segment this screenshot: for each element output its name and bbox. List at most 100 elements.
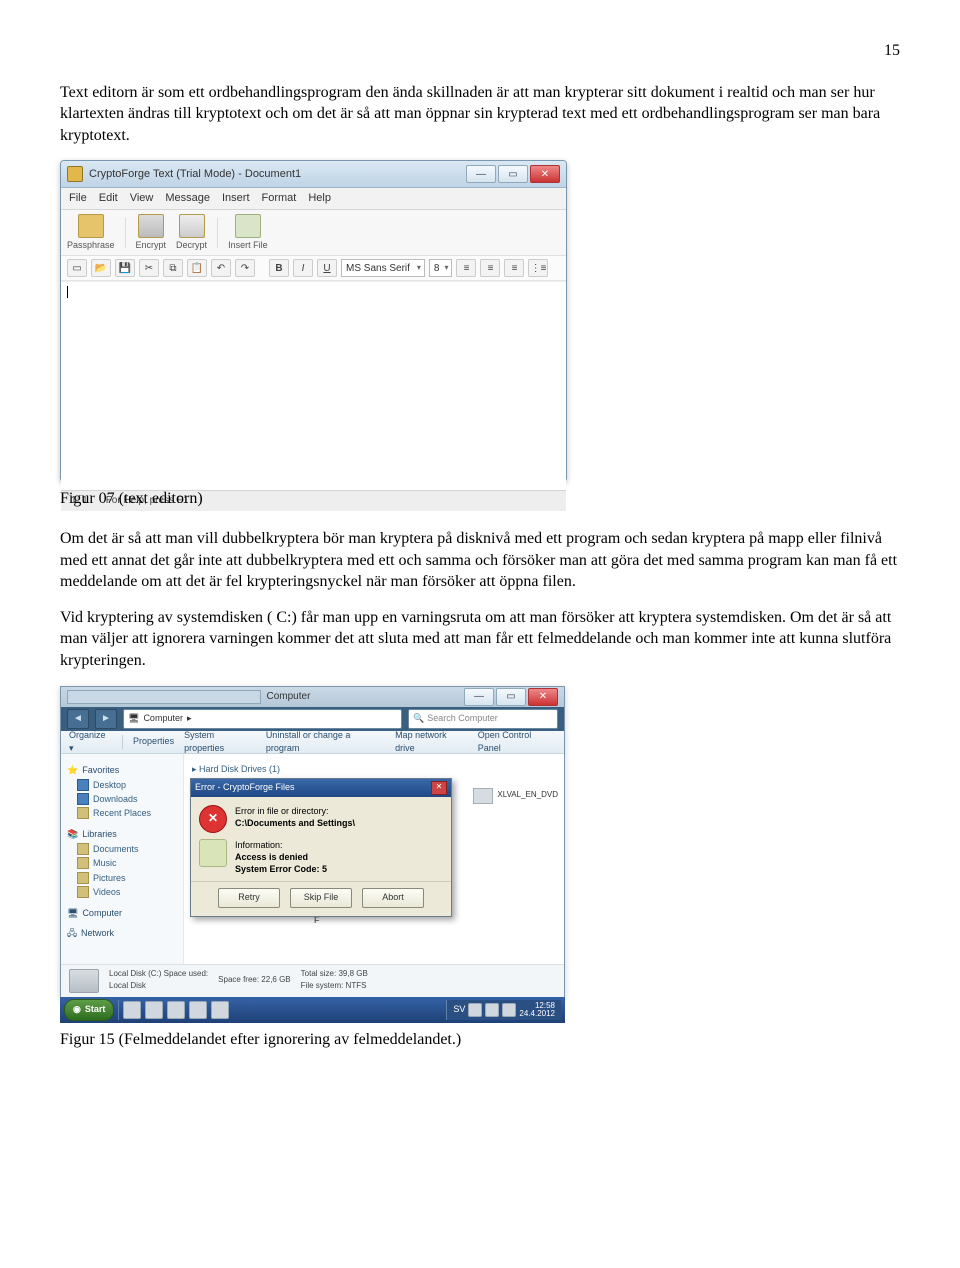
insert-file-button[interactable]: Insert File [228,214,268,251]
sidebar-item-downloads[interactable]: Downloads [67,792,177,806]
editor-area[interactable] [61,281,566,490]
maximize-button[interactable]: ▭ [498,165,528,183]
sidebar-computer-header[interactable]: 🖥 Computer [67,907,177,919]
sidebar-item-recent[interactable]: Recent Places [67,806,177,820]
align-left-icon[interactable]: ≡ [456,259,476,277]
text-cursor [67,286,68,298]
maximize-button[interactable]: ▭ [496,688,526,706]
sidebar-item-music[interactable]: Music [67,856,177,870]
sidebar-item-videos[interactable]: Videos [67,885,177,899]
underline-button[interactable]: U [317,259,337,277]
tray-icon[interactable] [468,1003,482,1017]
taskbar-icon[interactable] [145,1001,163,1019]
close-button[interactable]: ✕ [530,165,560,183]
menu-insert[interactable]: Insert [222,191,250,206]
window-title: CryptoForge Text (Trial Mode) - Document… [89,167,460,182]
error-info-label: Information: [235,839,327,851]
search-icon: 🔍 [413,712,424,724]
window-buttons: — ▭ ✕ [466,165,560,183]
nav-sidebar: ⭐ Favorites Desktop Downloads Recent Pla… [61,754,184,964]
retry-button[interactable]: Retry [218,888,280,908]
chevron-icon: ▸ [187,712,192,724]
cmd-map-drive[interactable]: Map network drive [395,729,468,753]
clock[interactable]: 12:58 24.4.2012 [519,1002,555,1018]
language-indicator[interactable]: SV [453,1003,465,1015]
font-select[interactable]: MS Sans Serif [341,259,425,277]
align-right-icon[interactable]: ≡ [504,259,524,277]
details-total: Total size: 39,8 GB [301,969,368,980]
paste-icon[interactable]: 📋 [187,259,207,277]
sidebar-network-header[interactable]: 🖧 Network [67,927,177,939]
search-input[interactable]: 🔍 Search Computer [408,709,558,729]
taskbar-icon[interactable] [123,1001,141,1019]
error-buttons: Retry Skip File Abort [191,881,451,916]
bullets-icon[interactable]: ⋮≡ [528,259,548,277]
abort-button[interactable]: Abort [362,888,424,908]
new-icon[interactable]: ▭ [67,259,87,277]
toolbar-separator [125,218,126,248]
error-close-button[interactable]: ✕ [431,781,447,795]
details-free: Space free: 22,6 GB [218,975,291,986]
open-icon[interactable]: 📂 [91,259,111,277]
copy-icon[interactable]: ⧉ [163,259,183,277]
menu-message[interactable]: Message [165,191,210,206]
cmd-uninstall[interactable]: Uninstall or change a program [266,729,385,753]
forward-button[interactable]: ► [95,709,117,729]
encrypt-button[interactable]: Encrypt [136,214,167,251]
computer-icon [67,690,261,704]
back-button[interactable]: ◄ [67,709,89,729]
error-body: ✕ Error in file or directory: C:\Documen… [191,797,451,881]
cut-icon[interactable]: ✂ [139,259,159,277]
sidebar-libraries-header[interactable]: 📚 Libraries [67,828,177,840]
minimize-button[interactable]: — [464,688,494,706]
italic-button[interactable]: I [293,259,313,277]
tray-icon[interactable] [502,1003,516,1017]
minimize-button[interactable]: — [466,165,496,183]
menu-help[interactable]: Help [308,191,331,206]
address-bar[interactable]: 🖥 Computer ▸ [123,709,402,729]
skip-file-button[interactable]: Skip File [290,888,352,908]
font-size-select[interactable]: 8 [429,259,453,277]
cmd-control-panel[interactable]: Open Control Panel [478,729,556,753]
save-icon[interactable]: 💾 [115,259,135,277]
nav-row: ◄ ► 🖥 Computer ▸ 🔍 Search Computer [61,707,564,731]
menu-view[interactable]: View [130,191,154,206]
menu-format[interactable]: Format [262,191,297,206]
undo-icon[interactable]: ↶ [211,259,231,277]
error-dialog: Error - CryptoForge Files ✕ ✕ Error in f… [190,778,452,917]
dvd-label: XLVAL_EN_DVD [497,790,558,801]
taskbar-icon[interactable] [211,1001,229,1019]
sidebar-favorites-header[interactable]: ⭐ Favorites [67,764,177,776]
error-info-1: Access is denied [235,851,327,863]
start-button[interactable]: ◉ Start [64,999,114,1021]
dvd-drive-item[interactable]: XLVAL_EN_DVD [473,788,558,804]
passphrase-button[interactable]: Passphrase [67,214,115,251]
figure-07-caption: Figur 07 (text editorn) [60,488,900,510]
tray-icon[interactable] [485,1003,499,1017]
sidebar-item-pictures[interactable]: Pictures [67,871,177,885]
error-path: C:\Documents and Settings\ [235,817,355,829]
explorer-titlebar: Computer — ▭ ✕ [61,687,564,707]
menu-edit[interactable]: Edit [99,191,118,206]
cryptoforge-text-window: CryptoForge Text (Trial Mode) - Document… [60,160,567,482]
taskbar-icon[interactable] [189,1001,207,1019]
details-line1: Local Disk (C:) Space used: [109,969,208,980]
bold-button[interactable]: B [269,259,289,277]
system-tray: SV 12:58 24.4.2012 [446,1000,561,1020]
cmd-properties[interactable]: Properties [133,735,174,747]
details-drive-icon [69,969,99,993]
decrypt-button[interactable]: Decrypt [176,214,207,251]
sidebar-item-desktop[interactable]: Desktop [67,778,177,792]
figure-15-caption: Figur 15 (Felmeddelandet efter ignorerin… [60,1029,900,1051]
taskbar-icon[interactable] [167,1001,185,1019]
cmd-organize[interactable]: Organize ▾ [69,729,112,753]
cmd-system-properties[interactable]: System properties [184,729,256,753]
close-button[interactable]: ✕ [528,688,558,706]
command-bar: Organize ▾ Properties System properties … [61,731,564,754]
explorer-title: Computer [267,690,459,704]
sidebar-item-documents[interactable]: Documents [67,842,177,856]
redo-icon[interactable]: ↷ [235,259,255,277]
align-center-icon[interactable]: ≡ [480,259,500,277]
menu-file[interactable]: File [69,191,87,206]
paragraph-1: Text editorn är som ett ordbehandlingspr… [60,82,900,147]
